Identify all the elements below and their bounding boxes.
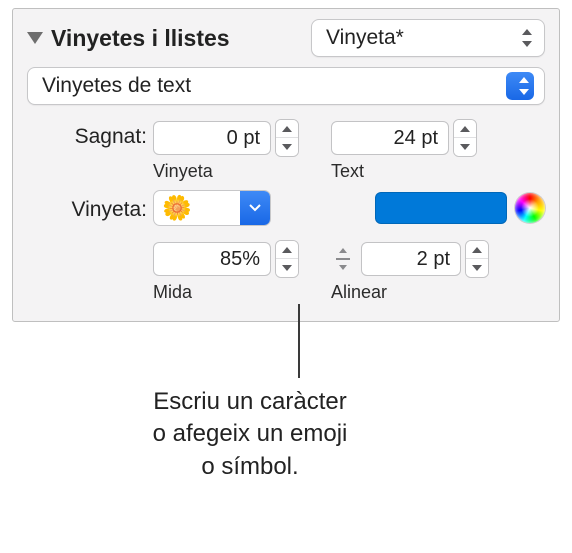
bullet-indent-stepper[interactable] (275, 119, 299, 157)
step-up-button[interactable] (276, 120, 298, 138)
align-stepper[interactable] (465, 240, 489, 278)
disclosure-triangle-icon[interactable] (27, 32, 43, 44)
chevron-down-icon (460, 144, 470, 150)
bullet-character-picker[interactable]: 🌼 (153, 190, 271, 226)
step-down-button[interactable] (466, 259, 488, 277)
bullet-label: Vinyeta: (27, 194, 153, 222)
chevron-up-icon (460, 126, 470, 132)
bullets-lists-panel: Vinyetes i llistes Vinyeta* Vinyetes de … (12, 8, 560, 322)
vertical-align-icon (331, 244, 355, 274)
size-sublabel: Mida (153, 282, 299, 303)
step-down-button[interactable] (454, 138, 476, 156)
step-up-button[interactable] (454, 120, 476, 138)
list-style-popup[interactable]: Vinyeta* (311, 19, 545, 57)
chevron-down-icon (282, 265, 292, 271)
section-title: Vinyetes i llistes (51, 25, 311, 52)
bullet-character-dropdown[interactable] (240, 191, 270, 225)
size-input[interactable]: 85% (153, 242, 271, 276)
bullet-indent-sublabel: Vinyeta (153, 161, 299, 182)
bullet-type-popup[interactable]: Vinyetes de text (27, 67, 545, 105)
bullet-indent-input[interactable]: 0 pt (153, 121, 271, 155)
updown-arrows-icon (520, 27, 534, 49)
align-sublabel: Alinear (331, 282, 489, 303)
chevron-up-icon (472, 247, 482, 253)
bullet-type-label: Vinyetes de text (42, 74, 506, 98)
chevron-down-icon (472, 265, 482, 271)
indent-label: Sagnat: (27, 119, 153, 149)
section-header: Vinyetes i llistes Vinyeta* (27, 19, 545, 57)
updown-arrows-icon (517, 75, 531, 97)
chevron-up-icon (282, 126, 292, 132)
chevron-down-icon (282, 144, 292, 150)
text-indent-input[interactable]: 24 pt (331, 121, 449, 155)
step-up-button[interactable] (466, 241, 488, 259)
callout-leader-line (12, 322, 560, 386)
text-indent-sublabel: Text (331, 161, 477, 182)
align-input[interactable]: 2 pt (361, 242, 461, 276)
bullet-character-preview: 🌼 (154, 194, 240, 223)
callout-text: Escriu un caràcter o afegeix un emoji o … (100, 386, 400, 483)
text-indent-stepper[interactable] (453, 119, 477, 157)
step-down-button[interactable] (276, 138, 298, 156)
step-down-button[interactable] (276, 259, 298, 277)
list-style-label: Vinyeta* (326, 26, 512, 50)
step-up-button[interactable] (276, 241, 298, 259)
bullet-color-swatch[interactable] (375, 192, 507, 224)
chevron-up-icon (282, 247, 292, 253)
chevron-down-icon (249, 204, 261, 212)
color-wheel-button[interactable] (515, 193, 545, 223)
size-stepper[interactable] (275, 240, 299, 278)
